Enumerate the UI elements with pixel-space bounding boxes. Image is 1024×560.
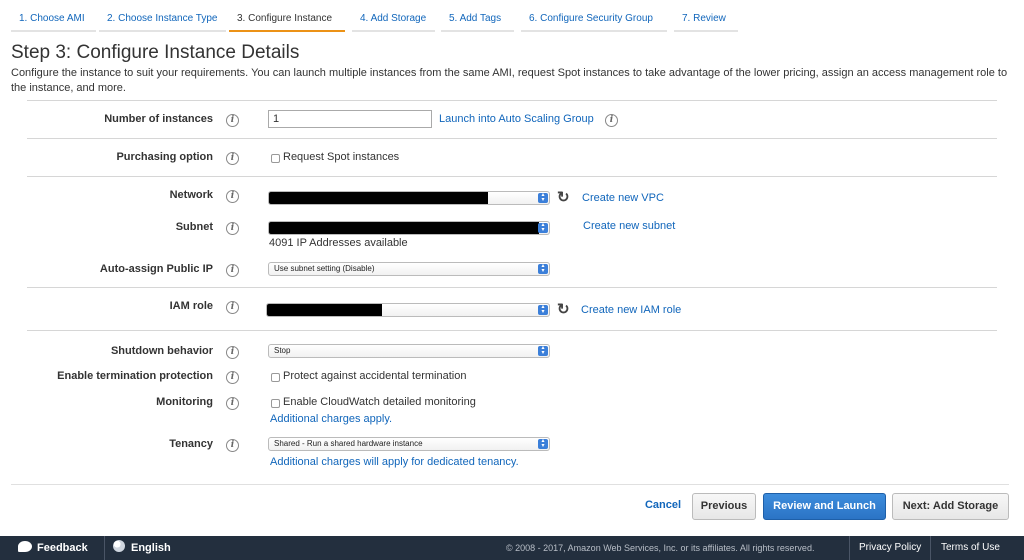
- dedicated-tenancy-charges-link[interactable]: Additional charges will apply for dedica…: [270, 456, 519, 468]
- globe-icon: [113, 540, 125, 552]
- redacted-value: [267, 304, 382, 316]
- tab-choose-instance-type[interactable]: 2. Choose Instance Type: [99, 10, 226, 32]
- footer-divider: [849, 536, 850, 560]
- network-select[interactable]: ▴ ▾: [268, 191, 550, 205]
- subnet-label: Subnet: [175, 221, 213, 233]
- dropdown-arrow-icon: ▴ ▾: [538, 192, 548, 203]
- dropdown-arrow-icon: ▴ ▾: [538, 345, 548, 356]
- divider: [27, 176, 997, 177]
- public-ip-value: Use subnet setting (Disable): [274, 264, 375, 273]
- purchasing-option-label: Purchasing option: [116, 151, 213, 163]
- tab-review[interactable]: 7. Review: [674, 10, 738, 32]
- divider: [27, 330, 997, 331]
- terms-of-use-link[interactable]: Terms of Use: [941, 536, 1000, 560]
- dropdown-arrow-icon: ▴ ▾: [538, 304, 548, 315]
- speech-bubble-icon: [18, 541, 32, 552]
- num-instances-label: Number of instances: [104, 113, 213, 125]
- spot-instances-label: Request Spot instances: [283, 151, 400, 163]
- public-ip-select[interactable]: Use subnet setting (Disable) ▴ ▾: [268, 262, 550, 276]
- dropdown-arrow-icon: ▴ ▾: [538, 222, 548, 233]
- dropdown-arrow-icon: ▴ ▾: [538, 263, 548, 274]
- shutdown-value: Stop: [274, 346, 291, 355]
- subnet-select[interactable]: ▴ ▾: [268, 221, 550, 235]
- info-icon[interactable]: i: [226, 190, 239, 203]
- review-and-launch-button[interactable]: Review and Launch: [763, 493, 886, 520]
- next-add-storage-button[interactable]: Next: Add Storage: [892, 493, 1009, 520]
- page-title: Step 3: Configure Instance Details: [11, 42, 300, 63]
- termination-protection-checkbox[interactable]: [271, 373, 280, 382]
- shutdown-behavior-select[interactable]: Stop ▴ ▾: [268, 344, 550, 358]
- info-icon[interactable]: i: [226, 222, 239, 235]
- info-icon[interactable]: i: [226, 114, 239, 127]
- info-icon[interactable]: i: [226, 397, 239, 410]
- additional-charges-link[interactable]: Additional charges apply.: [270, 413, 392, 425]
- tenancy-select[interactable]: Shared - Run a shared hardware instance …: [268, 437, 550, 451]
- launch-auto-scaling-link[interactable]: Launch into Auto Scaling Group: [439, 113, 594, 125]
- tenancy-label: Tenancy: [169, 438, 213, 450]
- language-selector[interactable]: English: [113, 536, 171, 560]
- termination-protection-text: Protect against accidental termination: [283, 370, 467, 382]
- info-icon[interactable]: i: [226, 346, 239, 359]
- divider: [11, 484, 1009, 485]
- termination-protection-label: Enable termination protection: [57, 370, 213, 382]
- shutdown-behavior-label: Shutdown behavior: [110, 345, 213, 357]
- info-icon[interactable]: i: [226, 371, 239, 384]
- iam-role-select[interactable]: ▴ ▾: [266, 303, 550, 317]
- spot-instances-checkbox[interactable]: [271, 154, 280, 163]
- footer-divider: [930, 536, 931, 560]
- feedback-button[interactable]: Feedback: [18, 536, 88, 560]
- language-label: English: [131, 542, 171, 554]
- previous-button[interactable]: Previous: [692, 493, 756, 520]
- info-icon[interactable]: i: [605, 114, 618, 127]
- info-icon[interactable]: i: [226, 439, 239, 452]
- cancel-button[interactable]: Cancel: [640, 493, 686, 520]
- dropdown-arrow-icon: ▴ ▾: [538, 438, 548, 449]
- num-instances-input[interactable]: [268, 110, 432, 128]
- info-icon[interactable]: i: [226, 152, 239, 165]
- refresh-icon[interactable]: ↻: [557, 302, 570, 317]
- info-icon[interactable]: i: [226, 264, 239, 277]
- redacted-value: [269, 192, 488, 204]
- public-ip-label: Auto-assign Public IP: [99, 263, 213, 275]
- monitoring-label: Monitoring: [156, 396, 213, 408]
- ip-addresses-available: 4091 IP Addresses available: [269, 237, 408, 249]
- copyright-text: © 2008 - 2017, Amazon Web Services, Inc.…: [506, 543, 815, 553]
- tab-configure-instance[interactable]: 3. Configure Instance: [229, 10, 345, 32]
- divider: [27, 138, 997, 139]
- tab-configure-security-group[interactable]: 6. Configure Security Group: [521, 10, 667, 32]
- iam-role-label: IAM role: [169, 300, 213, 312]
- page-description: Configure the instance to suit your requ…: [11, 67, 1008, 94]
- refresh-icon[interactable]: ↻: [557, 190, 570, 205]
- redacted-value: [269, 222, 539, 234]
- tab-add-storage[interactable]: 4. Add Storage: [352, 10, 435, 32]
- create-vpc-link[interactable]: Create new VPC: [582, 192, 664, 204]
- network-label: Network: [169, 189, 213, 201]
- tab-add-tags[interactable]: 5. Add Tags: [441, 10, 514, 32]
- cloudwatch-monitoring-text: Enable CloudWatch detailed monitoring: [283, 396, 476, 408]
- divider: [27, 287, 997, 288]
- footer-divider: [104, 536, 105, 560]
- feedback-label: Feedback: [37, 542, 88, 554]
- tab-choose-ami[interactable]: 1. Choose AMI: [11, 10, 96, 32]
- create-iam-role-link[interactable]: Create new IAM role: [581, 304, 681, 316]
- cloudwatch-monitoring-checkbox[interactable]: [271, 399, 280, 408]
- create-subnet-link[interactable]: Create new subnet: [583, 220, 675, 232]
- tenancy-value: Shared - Run a shared hardware instance: [274, 439, 423, 448]
- footer: Feedback English © 2008 - 2017, Amazon W…: [0, 536, 1024, 560]
- info-icon[interactable]: i: [226, 301, 239, 314]
- privacy-policy-link[interactable]: Privacy Policy: [859, 536, 921, 560]
- divider: [27, 100, 997, 101]
